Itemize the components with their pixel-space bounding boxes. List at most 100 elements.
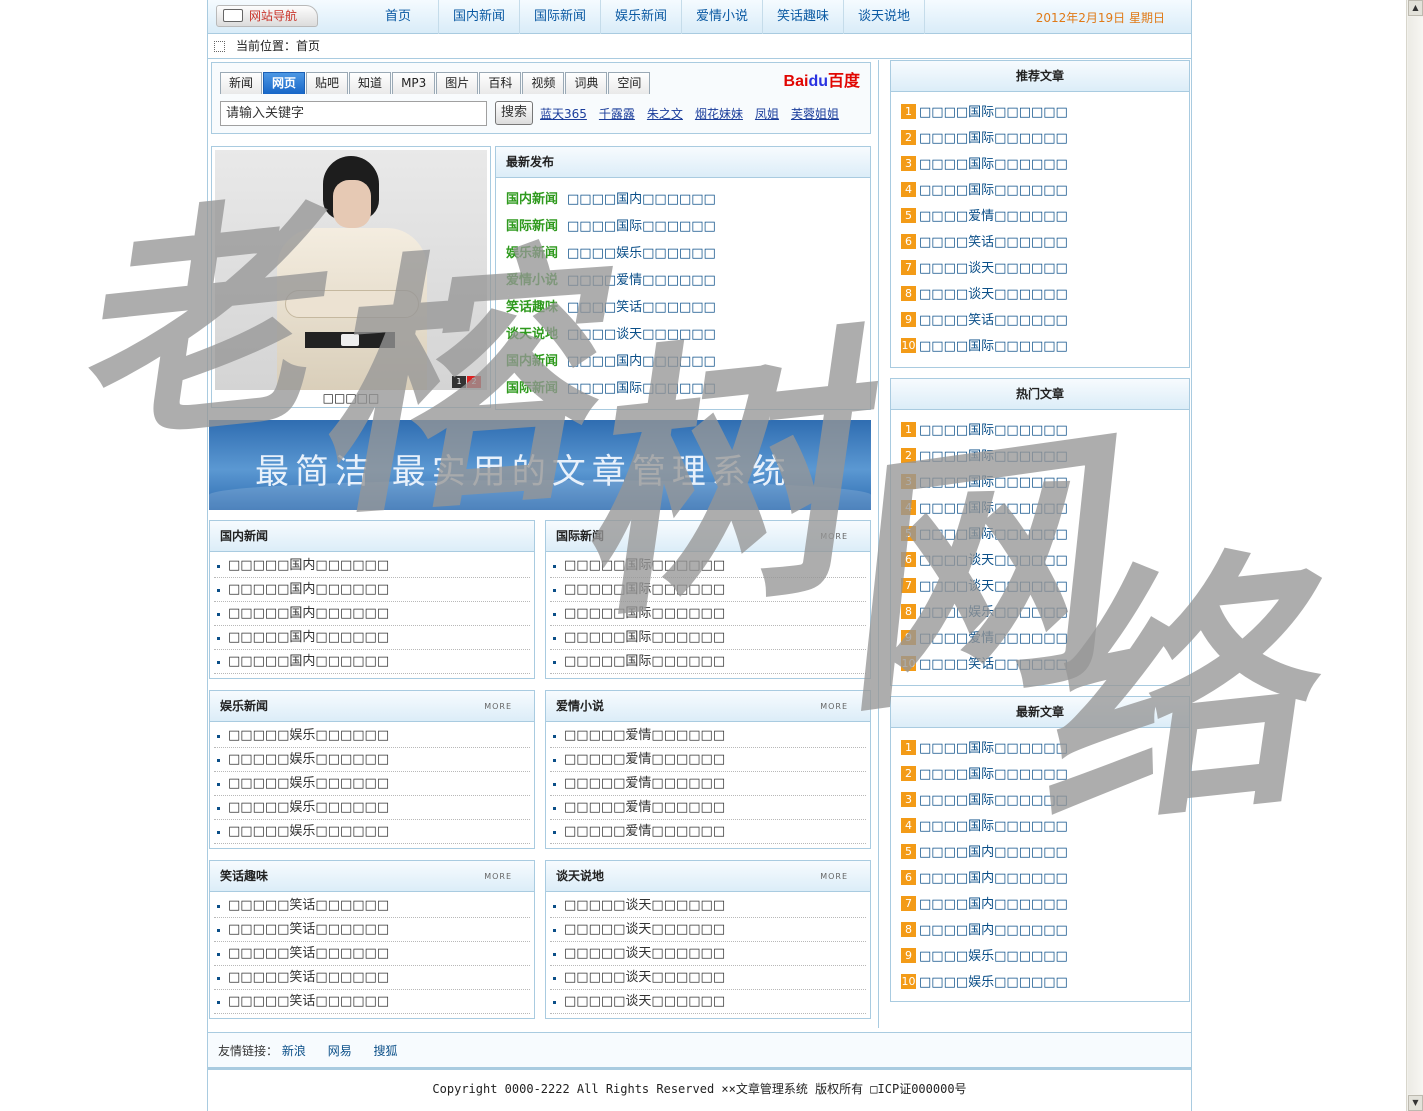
- promo-banner[interactable]: 最简洁 最实用的文章管理系统: [209, 420, 871, 510]
- article-link[interactable]: □□□□国内□□□□□□: [919, 871, 1068, 886]
- article-link[interactable]: □□□□娱乐□□□□□□: [919, 975, 1068, 990]
- list-item[interactable]: □□□□□娱乐□□□□□□: [214, 820, 530, 844]
- list-item[interactable]: □□□□□谈天□□□□□□: [550, 990, 866, 1014]
- article-link[interactable]: □□□□爱情□□□□□□: [919, 209, 1068, 224]
- article-link[interactable]: □□□□国际□□□□□□: [919, 105, 1068, 120]
- article-link[interactable]: □□□□国际□□□□□□: [919, 819, 1068, 834]
- list-item[interactable]: □□□□□谈天□□□□□□: [550, 918, 866, 942]
- article-link[interactable]: □□□□笑话□□□□□□: [919, 313, 1068, 328]
- article-link[interactable]: □□□□爱情□□□□□□: [567, 273, 716, 288]
- list-item[interactable]: □□□□□国际□□□□□□: [550, 626, 866, 650]
- list-item[interactable]: 2 □□□□国际□□□□□□: [901, 446, 1189, 472]
- list-item[interactable]: 2 □□□□国际□□□□□□: [901, 764, 1189, 790]
- article-link[interactable]: □□□□国际□□□□□□: [919, 423, 1068, 438]
- article-link[interactable]: □□□□笑话□□□□□□: [919, 235, 1068, 250]
- list-item[interactable]: □□□□□国内□□□□□□: [214, 602, 530, 626]
- search-tab[interactable]: 视频: [522, 72, 565, 94]
- category-label[interactable]: 国际新闻: [506, 381, 558, 396]
- list-item[interactable]: 3 □□□□国际□□□□□□: [901, 472, 1189, 498]
- list-item[interactable]: □□□□□笑话□□□□□□: [214, 942, 530, 966]
- list-item[interactable]: 9 □□□□娱乐□□□□□□: [901, 946, 1189, 972]
- list-item[interactable]: □□□□□娱乐□□□□□□: [214, 796, 530, 820]
- article-link[interactable]: □□□□笑话□□□□□□: [567, 300, 716, 315]
- list-item[interactable]: □□□□□国内□□□□□□: [214, 554, 530, 578]
- site-nav-button[interactable]: 网站导航: [216, 5, 318, 27]
- list-item[interactable]: 10 □□□□娱乐□□□□□□: [901, 972, 1189, 998]
- search-tab[interactable]: 百科: [479, 72, 522, 94]
- article-link[interactable]: □□□□国际□□□□□□: [919, 501, 1068, 516]
- list-item[interactable]: 1 □□□□国际□□□□□□: [901, 420, 1189, 446]
- list-item[interactable]: □□□□□笑话□□□□□□: [214, 990, 530, 1014]
- list-item[interactable]: □□□□□国内□□□□□□: [214, 650, 530, 674]
- list-item[interactable]: 9 □□□□爱情□□□□□□: [901, 628, 1189, 654]
- nav-home[interactable]: 首页: [358, 0, 439, 34]
- article-link[interactable]: □□□□国际□□□□□□: [919, 131, 1068, 146]
- slide-pager-item[interactable]: 1: [452, 376, 466, 388]
- friend-link[interactable]: 网易: [328, 1044, 352, 1058]
- article-link[interactable]: □□□□国际□□□□□□: [919, 449, 1068, 464]
- search-input[interactable]: 请输入关键字: [220, 101, 487, 126]
- article-link[interactable]: □□□□国际□□□□□□: [567, 381, 716, 396]
- article-link[interactable]: □□□□笑话□□□□□□: [919, 657, 1068, 672]
- article-link[interactable]: □□□□国内□□□□□□: [567, 354, 716, 369]
- list-item[interactable]: □□□□□笑话□□□□□□: [214, 918, 530, 942]
- list-item[interactable]: □□□□□爱情□□□□□□: [550, 748, 866, 772]
- search-button[interactable]: 搜索: [495, 101, 533, 125]
- nav-international[interactable]: 国际新闻: [520, 0, 601, 34]
- list-item[interactable]: 7 □□□□国内□□□□□□: [901, 894, 1189, 920]
- list-item[interactable]: □□□□□笑话□□□□□□: [214, 966, 530, 990]
- nav-chat[interactable]: 谈天说地: [844, 0, 925, 34]
- list-item[interactable]: 4 □□□□国际□□□□□□: [901, 816, 1189, 842]
- hot-word-link[interactable]: 朱之文: [647, 105, 683, 122]
- hot-word-link[interactable]: 烟花妹妹: [695, 105, 743, 122]
- list-item[interactable]: 4 □□□□国际□□□□□□: [901, 180, 1189, 206]
- article-link[interactable]: □□□□国际□□□□□□: [919, 183, 1068, 198]
- scroll-down-icon[interactable]: ▼: [1408, 1095, 1423, 1111]
- article-link[interactable]: □□□□娱乐□□□□□□: [919, 949, 1068, 964]
- category-label[interactable]: 国内新闻: [506, 354, 558, 369]
- list-item[interactable]: □□□□□国内□□□□□□: [214, 626, 530, 650]
- list-item[interactable]: □□□□□国际□□□□□□: [550, 554, 866, 578]
- article-link[interactable]: □□□□国际□□□□□□: [567, 219, 716, 234]
- nav-romance[interactable]: 爱情小说: [682, 0, 763, 34]
- list-item[interactable]: □□□□□国际□□□□□□: [550, 602, 866, 626]
- list-item[interactable]: 9 □□□□笑话□□□□□□: [901, 310, 1189, 336]
- category-label[interactable]: 国内新闻: [506, 192, 558, 207]
- list-item[interactable]: □□□□□爱情□□□□□□: [550, 724, 866, 748]
- list-item[interactable]: □□□□□谈天□□□□□□: [550, 942, 866, 966]
- nav-jokes[interactable]: 笑话趣味: [763, 0, 844, 34]
- search-tab[interactable]: 新闻: [220, 72, 263, 94]
- article-link[interactable]: □□□□国内□□□□□□: [919, 923, 1068, 938]
- list-item[interactable]: 8 □□□□国内□□□□□□: [901, 920, 1189, 946]
- list-item[interactable]: □□□□□谈天□□□□□□: [550, 966, 866, 990]
- vertical-scrollbar[interactable]: ▲ ▼: [1406, 0, 1423, 1111]
- hot-word-link[interactable]: 蓝天365: [540, 105, 587, 122]
- list-item[interactable]: □□□□□谈天□□□□□□: [550, 894, 866, 918]
- list-item[interactable]: 8 □□□□谈天□□□□□□: [901, 284, 1189, 310]
- list-item[interactable]: 6 □□□□国内□□□□□□: [901, 868, 1189, 894]
- article-link[interactable]: □□□□国际□□□□□□: [919, 793, 1068, 808]
- more-link[interactable]: MORE: [820, 872, 848, 881]
- hot-word-link[interactable]: 芙蓉姐姐: [791, 105, 839, 122]
- list-item[interactable]: 3 □□□□国际□□□□□□: [901, 154, 1189, 180]
- article-link[interactable]: □□□□国际□□□□□□: [919, 767, 1068, 782]
- article-link[interactable]: □□□□谈天□□□□□□: [919, 579, 1068, 594]
- search-tab[interactable]: 知道: [349, 72, 392, 94]
- article-link[interactable]: □□□□国际□□□□□□: [919, 157, 1068, 172]
- category-label[interactable]: 笑话趣味: [506, 300, 558, 315]
- article-link[interactable]: □□□□谈天□□□□□□: [919, 553, 1068, 568]
- more-link[interactable]: MORE: [484, 702, 512, 711]
- list-item[interactable]: 7 □□□□谈天□□□□□□: [901, 576, 1189, 602]
- list-item[interactable]: □□□□□爱情□□□□□□: [550, 772, 866, 796]
- article-link[interactable]: □□□□谈天□□□□□□: [919, 261, 1068, 276]
- list-item[interactable]: 8 □□□□娱乐□□□□□□: [901, 602, 1189, 628]
- list-item[interactable]: 7 □□□□谈天□□□□□□: [901, 258, 1189, 284]
- article-link[interactable]: □□□□爱情□□□□□□: [919, 631, 1068, 646]
- category-label[interactable]: 谈天说地: [506, 327, 558, 342]
- category-label[interactable]: 国际新闻: [506, 219, 558, 234]
- list-item[interactable]: 3 □□□□国际□□□□□□: [901, 790, 1189, 816]
- article-link[interactable]: □□□□谈天□□□□□□: [919, 287, 1068, 302]
- slide-pager-item-active[interactable]: 2: [467, 376, 481, 388]
- category-label[interactable]: 爱情小说: [506, 273, 558, 288]
- list-item[interactable]: □□□□□娱乐□□□□□□: [214, 748, 530, 772]
